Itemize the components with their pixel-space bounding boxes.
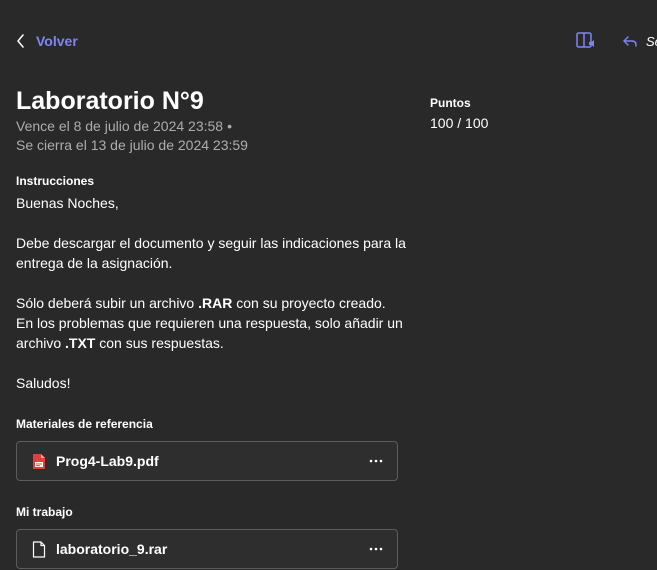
txt-emphasis: .TXT bbox=[65, 335, 96, 351]
due-date-text: Vence el 8 de julio de 2024 23:58 bbox=[16, 118, 224, 134]
reference-materials-label: Materiales de referencia bbox=[16, 417, 153, 431]
reference-file-card[interactable]: Prog4-Lab9.pdf bbox=[16, 441, 398, 481]
file-icon bbox=[32, 540, 48, 558]
back-button[interactable]: Volver bbox=[16, 30, 78, 52]
rar-emphasis: .RAR bbox=[198, 295, 233, 311]
more-options-icon[interactable] bbox=[364, 537, 388, 561]
submitted-file-card[interactable]: laboratorio_9.rar bbox=[16, 529, 398, 569]
instructions-label: Instrucciones bbox=[16, 174, 95, 188]
instructions-body: Buenas Noches, Debe descargar el documen… bbox=[16, 193, 406, 393]
more-options-icon[interactable] bbox=[364, 449, 388, 473]
instructions-paragraph-2: Sólo deberá subir un archivo .RAR con su… bbox=[16, 293, 406, 353]
reference-file-name: Prog4-Lab9.pdf bbox=[56, 453, 159, 469]
my-work-label: Mi trabajo bbox=[16, 505, 73, 519]
due-separator: • bbox=[227, 118, 232, 134]
assignment-page: Volver Se Laboratorio N°9 Vence el 8 de … bbox=[0, 0, 657, 570]
reply-arrow-icon bbox=[623, 36, 637, 47]
close-date: Se cierra el 13 de julio de 2024 23:59 bbox=[16, 137, 248, 153]
send-label: Se bbox=[646, 33, 657, 49]
submitted-file-name: laboratorio_9.rar bbox=[56, 541, 168, 557]
immersive-reader-button[interactable] bbox=[575, 30, 597, 52]
send-back-button[interactable]: Se bbox=[622, 31, 657, 51]
due-date: Vence el 8 de julio de 2024 23:58 • bbox=[16, 117, 232, 135]
instructions-closing: Saludos! bbox=[16, 375, 71, 391]
instructions-greeting: Buenas Noches, bbox=[16, 195, 119, 211]
points-label: Puntos bbox=[430, 96, 471, 110]
back-label: Volver bbox=[36, 33, 78, 49]
instructions-text: Sólo deberá subir un archivo bbox=[16, 295, 199, 311]
points-value: 100 / 100 bbox=[430, 115, 489, 131]
chevron-left-icon bbox=[17, 34, 24, 48]
instructions-paragraph-1: Debe descargar el documento y seguir las… bbox=[16, 235, 406, 271]
immersive-reader-icon bbox=[576, 32, 594, 48]
instructions-text: con sus respuestas. bbox=[95, 335, 224, 351]
assignment-title: Laboratorio N°9 bbox=[16, 87, 204, 115]
pdf-file-icon bbox=[32, 452, 48, 470]
